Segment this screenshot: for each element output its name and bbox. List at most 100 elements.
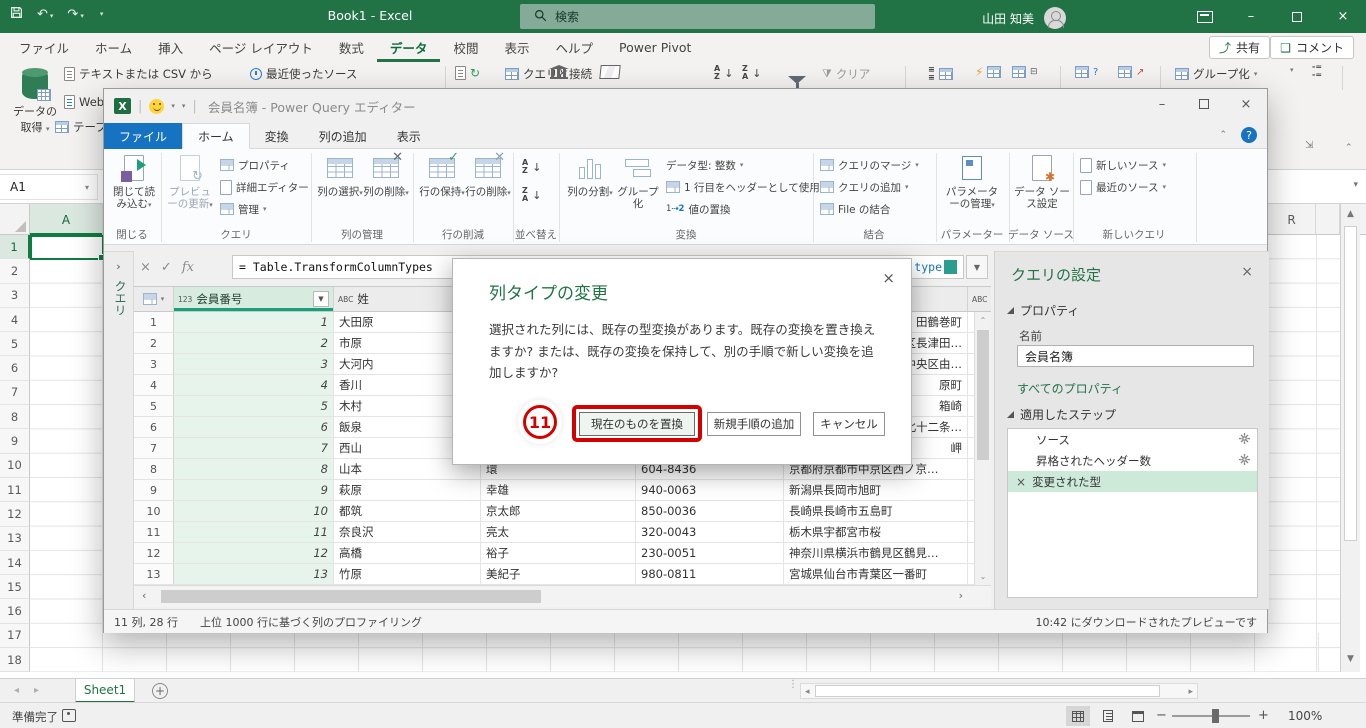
- scroll-up-icon[interactable]: ⌃: [975, 316, 991, 325]
- group-by-button[interactable]: グループ化: [614, 153, 662, 229]
- from-web-button[interactable]: Web: [64, 95, 104, 109]
- pq-horizontal-scrollbar[interactable]: ‹ ›: [134, 585, 991, 607]
- cell-postal[interactable]: 940-0063: [636, 480, 784, 500]
- pq-tab-変換[interactable]: 変換: [250, 123, 304, 149]
- cell-member-number[interactable]: 4: [174, 375, 334, 395]
- collapse-ribbon-icon[interactable]: ⌃: [1345, 143, 1353, 153]
- cell-member-number[interactable]: 1: [174, 312, 334, 332]
- undo-icon[interactable]: ↶ ▾: [37, 7, 53, 22]
- gear-icon[interactable]: [1239, 433, 1250, 447]
- add-new-step-button[interactable]: 新規手順の追加: [707, 412, 801, 436]
- cell-member-number[interactable]: 8: [174, 459, 334, 479]
- dialog-close-icon[interactable]: ×: [882, 269, 895, 287]
- choose-columns-button[interactable]: 列の選択▾: [316, 153, 364, 229]
- row-number[interactable]: 8: [134, 459, 174, 479]
- feedback-smiley-icon[interactable]: [149, 98, 165, 114]
- from-table-button[interactable]: テーブ: [55, 119, 107, 135]
- row-header-15[interactable]: 15: [0, 575, 30, 600]
- row-header-2[interactable]: 2: [0, 259, 30, 284]
- applied-steps-section-header[interactable]: 適用したステップ: [1007, 406, 1116, 423]
- text-to-columns-icon[interactable]: ≡ ≡: [928, 66, 953, 82]
- row-header-9[interactable]: 9: [0, 429, 30, 454]
- group-button[interactable]: グループ化 ▾: [1175, 66, 1257, 82]
- avatar[interactable]: [1044, 7, 1066, 29]
- sheet-tab-sheet1[interactable]: Sheet1: [75, 679, 135, 703]
- ribbon-display-options-icon[interactable]: [1182, 0, 1228, 33]
- replace-values-button[interactable]: 1⇢2 値の置換: [666, 199, 730, 219]
- scroll-down-icon[interactable]: ▼: [1341, 654, 1360, 664]
- column-header-a[interactable]: A: [30, 204, 103, 235]
- pq-maximize-button[interactable]: [1183, 89, 1225, 119]
- ungroup-caret-icon[interactable]: ▾: [1290, 66, 1294, 74]
- combine-files-button[interactable]: File の結合: [820, 199, 890, 219]
- cell-member-number[interactable]: 3: [174, 354, 334, 374]
- forecast-sheet-icon[interactable]: ↗: [1118, 66, 1144, 78]
- row-number[interactable]: 7: [134, 438, 174, 458]
- row-header-18[interactable]: 18: [0, 648, 30, 673]
- scroll-left-icon[interactable]: ‹: [142, 589, 146, 602]
- zoom-out-icon[interactable]: −: [1156, 708, 1167, 723]
- cell-member-number[interactable]: 11: [174, 522, 334, 542]
- cell-member-number[interactable]: 6: [174, 417, 334, 437]
- remove-duplicates-icon[interactable]: ⊟: [1012, 66, 1038, 78]
- keep-rows-button[interactable]: ✓ 行の保持▾: [418, 151, 466, 229]
- excel-tab-ホーム[interactable]: ホーム: [82, 33, 145, 62]
- sort-desc-icon[interactable]: Z A ↓: [742, 65, 761, 81]
- cell-member-number[interactable]: 2: [174, 333, 334, 353]
- row-number[interactable]: 1: [134, 312, 174, 332]
- row-header-7[interactable]: 7: [0, 380, 30, 406]
- flash-fill-icon[interactable]: ⚡: [975, 65, 1002, 79]
- cancel-button[interactable]: キャンセル: [813, 412, 885, 436]
- pq-vertical-scrollbar[interactable]: ⌃ ⌄: [974, 312, 991, 585]
- profiling-status[interactable]: 上位 1000 行に基づく列のプロファイリング: [200, 614, 422, 630]
- cell-member-number[interactable]: 5: [174, 396, 334, 416]
- row-header-16[interactable]: 16: [0, 599, 30, 624]
- split-column-button[interactable]: 列の分割▾: [566, 153, 614, 229]
- row-header-14[interactable]: 14: [0, 550, 30, 576]
- remove-columns-button[interactable]: ✕ 列の削除▾: [362, 151, 410, 229]
- row-number[interactable]: 9: [134, 480, 174, 500]
- row-header-6[interactable]: 6: [0, 356, 30, 381]
- scroll-left-icon[interactable]: ◂: [805, 687, 810, 697]
- column-header-partial[interactable]: ABC: [968, 287, 991, 311]
- excel-tab-挿入[interactable]: 挿入: [145, 33, 196, 62]
- cell-member-number[interactable]: 9: [174, 480, 334, 500]
- pq-close-button[interactable]: ×: [1225, 89, 1267, 119]
- excel-vertical-scrollbar[interactable]: ▲ ▼: [1340, 204, 1360, 672]
- properties-section-header[interactable]: プロパティ: [1007, 302, 1079, 319]
- normal-view-button[interactable]: [1066, 706, 1090, 726]
- zoom-slider-thumb[interactable]: [1212, 709, 1219, 723]
- refresh-preview-button[interactable]: ↻ プレビューの更新▾: [166, 153, 214, 229]
- applied-step[interactable]: ソース: [1008, 429, 1257, 450]
- cell-member-number[interactable]: 13: [174, 564, 334, 584]
- sort-asc-icon[interactable]: A Z ↓: [714, 65, 733, 81]
- properties-button[interactable]: プロパティ: [220, 155, 290, 175]
- scroll-down-icon[interactable]: ⌄: [975, 572, 991, 581]
- new-source-button[interactable]: 新しいソース ▾: [1080, 155, 1166, 175]
- redo-icon[interactable]: ↷ ▾: [67, 7, 83, 22]
- dialog-launcher-icon[interactable]: ⇲: [1305, 140, 1313, 151]
- expand-queries-icon[interactable]: ›: [104, 260, 133, 273]
- cancel-formula-icon[interactable]: ×: [140, 260, 151, 275]
- quick-access-caret-icon[interactable]: ▾: [182, 102, 186, 110]
- merge-queries-button[interactable]: クエリのマージ ▾: [820, 155, 919, 175]
- row-number[interactable]: 6: [134, 417, 174, 437]
- comments-button[interactable]: ❑ コメント: [1270, 36, 1354, 59]
- name-box-caret-icon[interactable]: ▾: [85, 183, 89, 192]
- cells-column-a[interactable]: [30, 235, 103, 672]
- row-header-10[interactable]: 10: [0, 453, 30, 478]
- save-icon[interactable]: [10, 6, 23, 22]
- close-pane-icon[interactable]: ×: [1241, 264, 1253, 280]
- advanced-editor-button[interactable]: 詳細エディター: [220, 177, 309, 197]
- scroll-right-icon[interactable]: ▸: [1188, 687, 1193, 697]
- cell-postal[interactable]: 230-0051: [636, 543, 784, 563]
- pq-tab-ファイル[interactable]: ファイル: [104, 123, 183, 149]
- formula-expand-icon[interactable]: ▼: [966, 255, 988, 279]
- excel-tab-ファイル[interactable]: ファイル: [6, 33, 82, 62]
- accessibility-icon[interactable]: [62, 709, 76, 722]
- append-queries-button[interactable]: クエリの追加 ▾: [820, 177, 909, 197]
- recent-sources-button[interactable]: 最近のソース ▾: [1080, 177, 1166, 197]
- stocks-datatype-icon[interactable]: [549, 65, 569, 79]
- select-all-corner[interactable]: [0, 204, 30, 235]
- scroll-thumb[interactable]: [161, 590, 541, 603]
